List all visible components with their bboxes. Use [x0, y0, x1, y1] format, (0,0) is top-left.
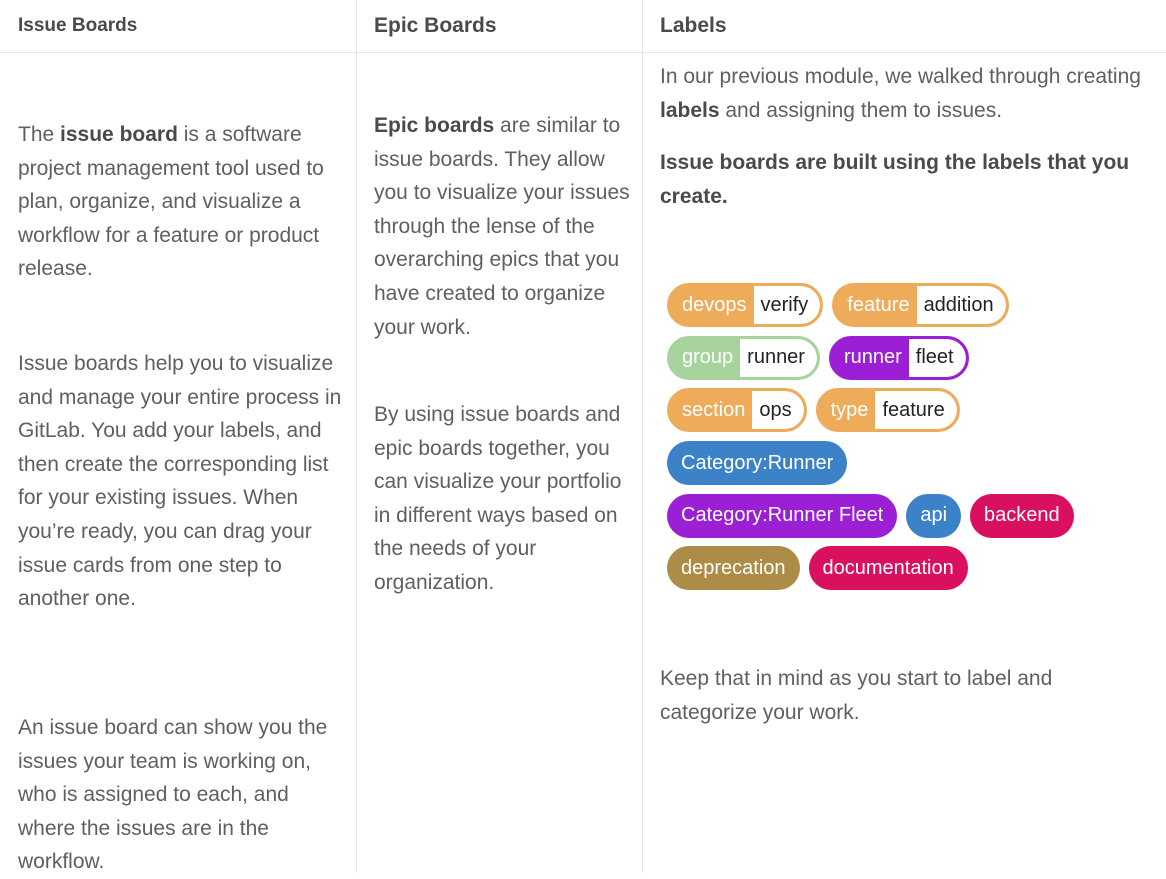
issue-boards-paragraph-3: An issue board can show you the issues y…: [18, 716, 328, 874]
label-section-ops[interactable]: section ops: [667, 388, 807, 433]
label-row: section ops type feature: [667, 388, 1137, 433]
label-runner-fleet[interactable]: runner fleet: [828, 335, 969, 380]
label-devops-verify[interactable]: devops verify: [667, 283, 824, 327]
label-documentation[interactable]: documentation: [808, 546, 968, 591]
label-row: Category:Runner: [667, 441, 1137, 486]
label-value: addition: [916, 286, 1006, 324]
label-key: runner: [843, 346, 902, 369]
issue-boards-header: Issue Boards: [0, 0, 356, 53]
epic-boards-header: Epic Boards: [357, 0, 642, 53]
label-api[interactable]: api: [906, 493, 962, 538]
label-key: group: [682, 346, 734, 369]
labels-header: Labels: [643, 0, 1166, 53]
issue-boards-paragraph-2: Issue boards help you to visualize and m…: [18, 352, 342, 611]
labels-intro-pre: In our previous module, we walked throug…: [660, 65, 1141, 88]
epic-boards-intro: Epic boards are similar to issue boards.…: [374, 109, 636, 344]
label-row: Category:Runner Fleet api backend: [667, 493, 1137, 538]
issue-boards-column: Issue Boards The issue board is a softwa…: [0, 0, 357, 873]
labels-column: Labels In our previous module, we walked…: [643, 0, 1166, 873]
label-value: ops: [752, 391, 804, 430]
label-group-runner[interactable]: group runner: [667, 335, 820, 380]
label-category-runner-fleet[interactable]: Category:Runner Fleet: [667, 493, 898, 538]
label-value: runner: [740, 338, 817, 377]
label-row: deprecation documentation: [667, 546, 1137, 591]
label-type-feature[interactable]: type feature: [815, 388, 960, 433]
labels-intro: In our previous module, we walked throug…: [660, 60, 1160, 127]
epic-boards-paragraph-2: By using issue boards and epic boards to…: [374, 403, 622, 594]
label-category-runner[interactable]: Category:Runner: [667, 441, 848, 486]
label-row: devops verify feature addition: [667, 283, 1137, 327]
labels-intro-post: and assigning them to issues.: [719, 98, 1003, 122]
issue-board-term: issue board: [60, 123, 178, 146]
label-feature-addition[interactable]: feature addition: [832, 283, 1009, 327]
intro-text-pre: The: [18, 123, 61, 146]
label-deprecation[interactable]: deprecation: [667, 546, 800, 591]
labels-emphasis: Issue boards are built using the labels …: [660, 151, 1130, 208]
label-backend[interactable]: backend: [970, 493, 1074, 538]
label-row: group runner runner fleet: [667, 335, 1137, 380]
intro-text-post: is a software project management tool us…: [18, 123, 324, 281]
label-key: devops: [682, 293, 747, 316]
label-value: verify: [753, 286, 821, 324]
label-key: section: [682, 398, 746, 421]
labels-closing: Keep that in mind as you start to label …: [660, 667, 1053, 724]
label-chips: devops verify feature addition group runner…: [667, 283, 1137, 599]
epic-intro-text: are similar to issue boards. They allow …: [374, 114, 630, 339]
epic-boards-column: Epic Boards Epic boards are similar to i…: [357, 0, 643, 873]
label-value: fleet: [908, 338, 966, 377]
epic-boards-term: Epic boards: [374, 114, 495, 137]
label-value: feature: [875, 391, 957, 430]
issue-boards-intro: The issue board is a software project ma…: [18, 118, 348, 286]
label-key: type: [830, 398, 869, 421]
label-key: feature: [847, 293, 910, 316]
labels-term: labels: [660, 98, 720, 122]
